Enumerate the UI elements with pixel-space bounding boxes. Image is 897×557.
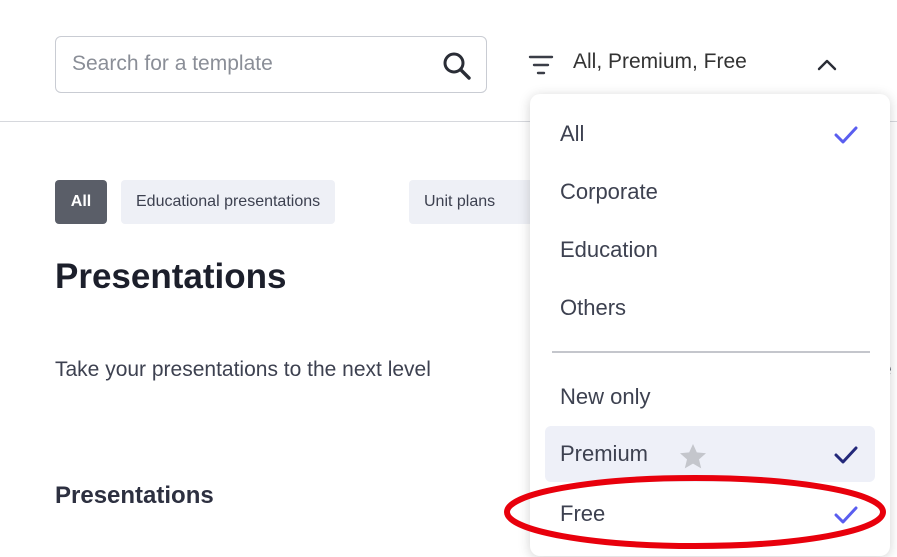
search-input[interactable] [56,37,426,91]
dropdown-item-label: Others [560,295,627,320]
check-icon [834,446,858,464]
chevron-up-icon [817,59,837,71]
dropdown-item-free[interactable]: Free [545,486,875,542]
dropdown-item-label: Premium [560,441,649,466]
check-icon [834,506,858,524]
chip-educational-presentations[interactable]: Educational presentations [121,180,336,224]
dropdown-item-label: Free [560,501,606,526]
dropdown-item-corporate[interactable]: Corporate [545,164,875,220]
page-description: Take your presentations to the next leve… [55,358,431,381]
filter-label: All, Premium, Free [573,50,747,73]
dropdown-item-label: All [560,121,585,146]
dropdown-item-premium[interactable]: Premium [545,426,875,482]
section-title: Presentations [55,482,214,509]
dropdown-item-all[interactable]: All [545,106,875,162]
filter-dropdown-trigger[interactable]: All, Premium, Free [527,44,857,84]
filter-icon [528,55,554,75]
dropdown-item-education[interactable]: Education [545,222,875,278]
dropdown-item-new-only[interactable]: New only [545,369,875,425]
search-icon[interactable] [441,50,473,82]
chip-unit-plans[interactable]: Unit plans [409,180,539,224]
filter-dropdown-menu: All Corporate Education Others New only … [530,94,890,556]
dropdown-item-label: Education [560,237,658,262]
search-box[interactable] [55,36,487,93]
chip-all[interactable]: All [55,180,107,224]
dropdown-item-others[interactable]: Others [545,280,875,336]
dropdown-item-label: New only [560,384,651,409]
star-icon [680,444,706,469]
dropdown-divider [552,351,870,353]
check-icon [834,126,858,144]
page-title: Presentations [55,257,287,296]
dropdown-item-label: Corporate [560,179,658,204]
